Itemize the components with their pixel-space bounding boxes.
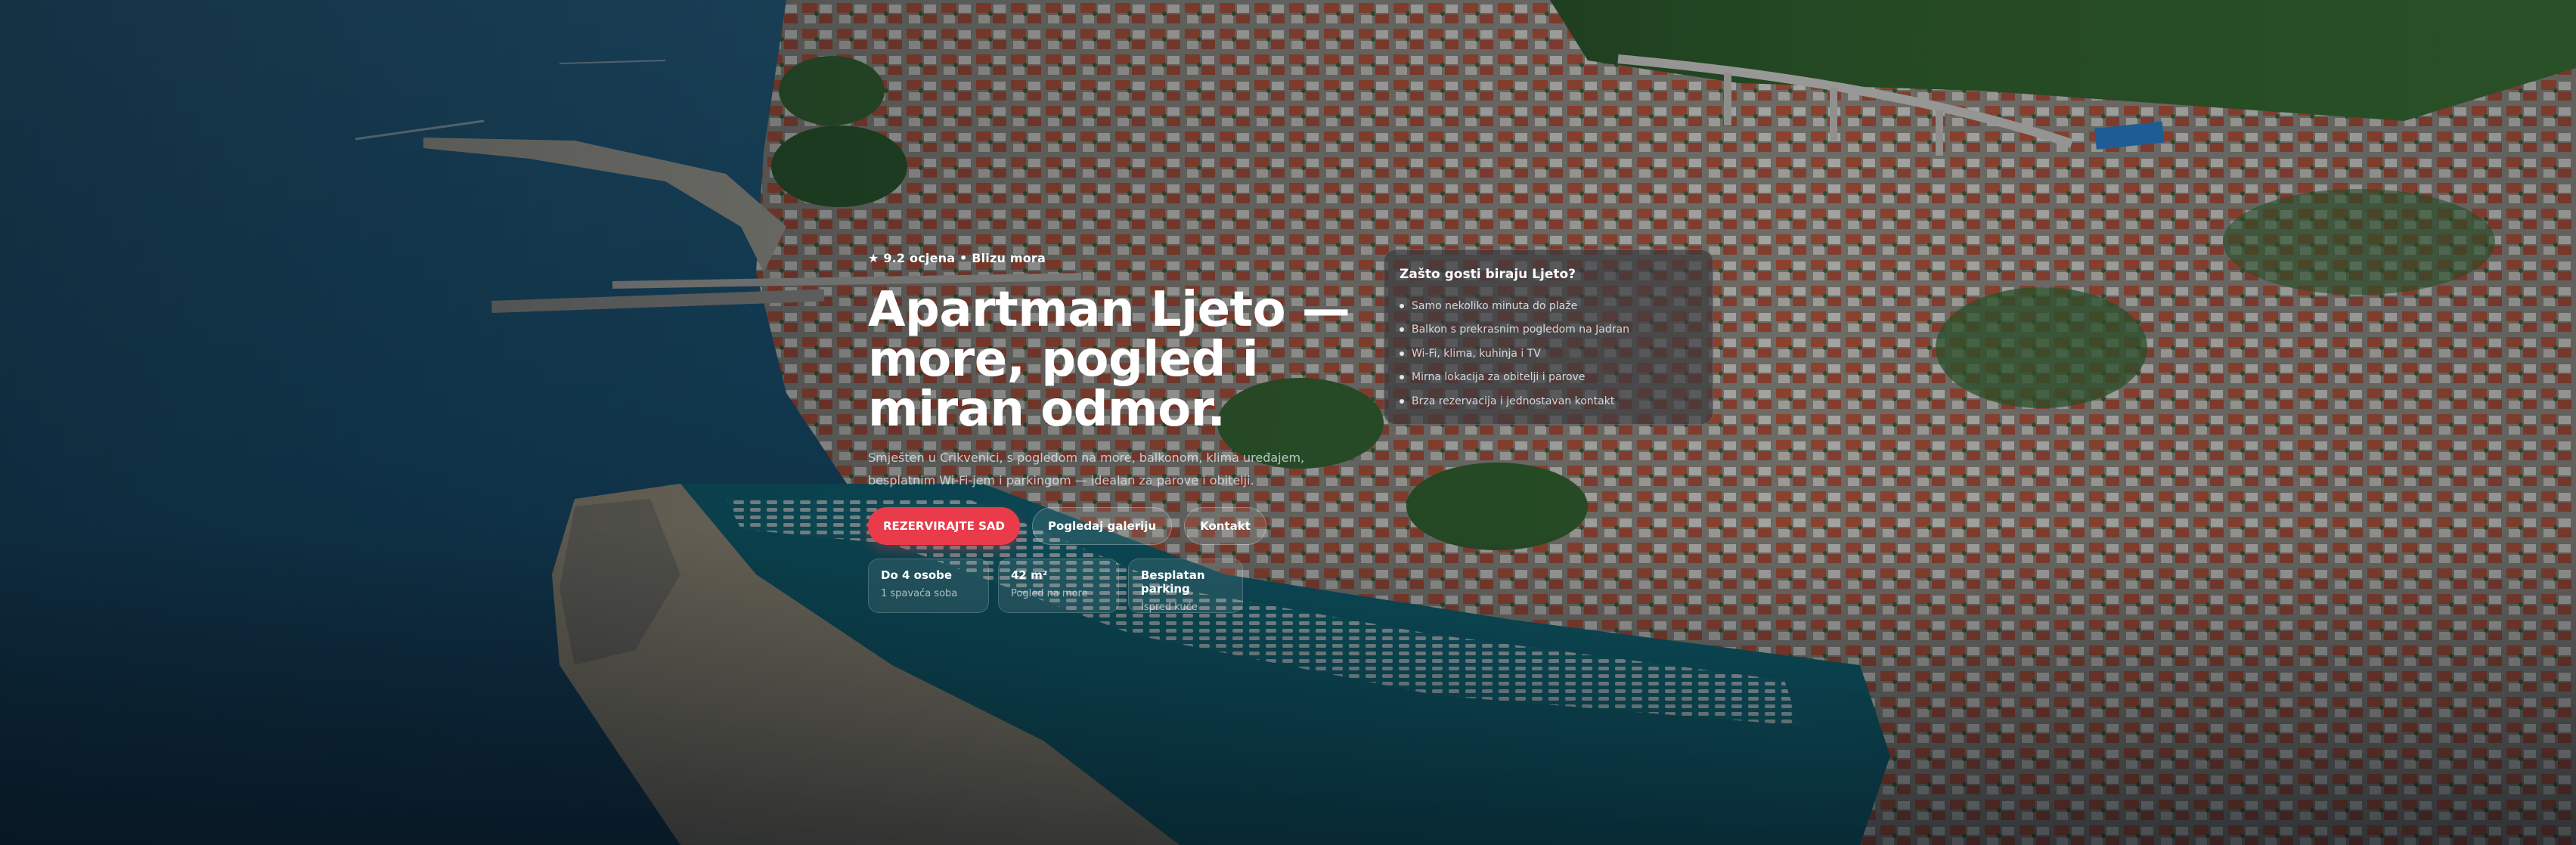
- contact-button[interactable]: Kontakt: [1184, 507, 1266, 545]
- bullet-icon: [1400, 351, 1404, 356]
- stat-label: 42 m²: [1011, 568, 1048, 582]
- hero-title: Apartman Ljeto — more, pogled i miran od…: [868, 282, 1350, 438]
- gallery-button[interactable]: Pogledaj galeriju: [1031, 507, 1173, 545]
- list-item: Brza rezervacija i jednostavan kontakt: [1400, 389, 1697, 413]
- list-item-text: Wi-Fi, klima, kuhinja i TV: [1412, 347, 1541, 360]
- bullet-icon: [1400, 327, 1404, 333]
- list-item: Wi-Fi, klima, kuhinja i TV: [1400, 342, 1697, 366]
- list-item-text: Samo nekoliko minuta do plaže: [1412, 299, 1578, 312]
- bullet-icon: [1400, 398, 1404, 404]
- stat-label: Besplatan parking: [1141, 568, 1205, 596]
- bullet-icon: [1400, 303, 1404, 308]
- card-feature-list: Samo nekoliko minuta do plaže Balkon s p…: [1400, 294, 1697, 413]
- list-item: Balkon s prekrasnim pogledom na Jadran: [1400, 318, 1697, 342]
- hero-subtitle: Smješten u Crikvenici, s pogledom na mor…: [868, 450, 1305, 488]
- list-item-text: Brza rezervacija i jednostavan kontakt: [1412, 395, 1615, 407]
- list-item: Mirna lokacija za obitelji i parove: [1400, 366, 1697, 390]
- hero-section: ★ 9.2 ocjena • Blizu mora Apartman Ljeto…: [868, 251, 1397, 613]
- stat-parking: Besplatan parking Ispred kuće: [1128, 559, 1243, 613]
- stat-sub: 1 spavaća soba: [881, 588, 958, 599]
- stat-sub: Ispred kuće: [1141, 602, 1198, 613]
- feature-stats: Do 4 osobe 1 spavaća soba 42 m² Pogled n…: [868, 559, 1397, 613]
- list-item: Samo nekoliko minuta do plaže: [1400, 294, 1697, 318]
- list-item-text: Balkon s prekrasnim pogledom na Jadran: [1412, 323, 1629, 336]
- card-title: Zašto gosti biraju Ljeto?: [1400, 267, 1576, 282]
- hero-actions: REZERVIRAJTE SAD Pogledaj galeriju Konta…: [868, 507, 1397, 545]
- stat-size: 42 m² Pogled na more: [998, 559, 1119, 613]
- stat-guests: Do 4 osobe 1 spavaća soba: [868, 559, 989, 613]
- stat-sub: Pogled na more: [1011, 588, 1088, 599]
- bullet-icon: [1400, 375, 1404, 380]
- why-guests-card: Zašto gosti biraju Ljeto? Samo nekoliko …: [1384, 249, 1713, 425]
- stat-label: Do 4 osobe: [881, 568, 953, 582]
- rating-badge: ★ 9.2 ocjena • Blizu mora: [868, 251, 1046, 265]
- reserve-button[interactable]: REZERVIRAJTE SAD: [868, 507, 1020, 545]
- list-item-text: Mirna lokacija za obitelji i parove: [1412, 371, 1586, 384]
